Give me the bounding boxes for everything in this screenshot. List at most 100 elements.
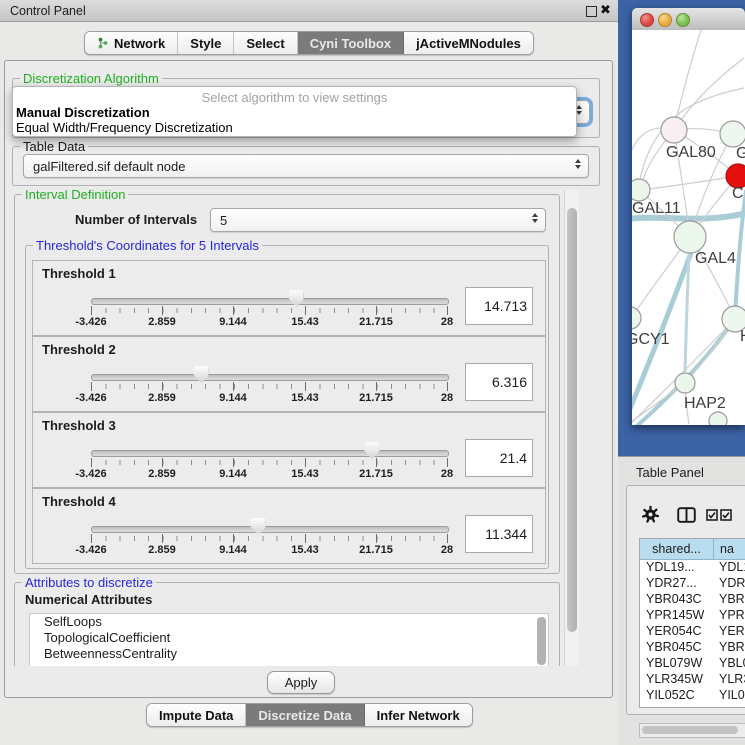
network-node[interactable] — [709, 412, 727, 425]
table-cell: YIL052C — [640, 688, 714, 704]
tab-discretize-data[interactable]: Discretize Data — [246, 704, 364, 726]
close-traffic-light-icon[interactable] — [640, 13, 654, 27]
network-node[interactable] — [674, 221, 706, 253]
table-cell: YBR043C — [640, 592, 714, 608]
table-row[interactable]: YER054CYER0 — [640, 624, 745, 640]
threshold-value-field[interactable]: 11.344 — [465, 515, 533, 553]
table-row[interactable]: YDR27...YDR2 — [640, 576, 745, 592]
tab-label: jActiveMNodules — [416, 36, 521, 51]
algorithm-option-equal-width[interactable]: Equal Width/Frequency Discretization — [16, 120, 233, 135]
network-window-titlebar[interactable] — [632, 8, 745, 31]
table-row[interactable]: YPR145WYPR1 — [640, 608, 745, 624]
apply-button[interactable]: Apply — [267, 671, 335, 694]
threshold-slider-track[interactable] — [91, 298, 449, 305]
attributes-group-label: Attributes to discretize — [22, 575, 156, 590]
slider-ticks — [91, 308, 448, 313]
gear-icon[interactable] — [641, 505, 660, 524]
network-node[interactable] — [632, 307, 641, 329]
list-item[interactable]: BetweennessCentrality — [30, 646, 548, 662]
tick-label: 21.715 — [359, 316, 393, 328]
tab-select[interactable]: Select — [234, 32, 297, 54]
table-cell: YBR045C — [640, 640, 714, 656]
interval-definition-group-label: Interval Definition — [22, 190, 128, 202]
network-node-label: GAL11 — [632, 200, 681, 217]
tick-label: -3.426 — [75, 468, 106, 480]
threshold-title: Threshold 2 — [42, 342, 116, 357]
table-row[interactable]: YLR345WYLR3 — [640, 672, 745, 688]
tab-infer-network[interactable]: Infer Network — [365, 704, 472, 726]
columns-icon[interactable] — [677, 507, 696, 523]
checkbox-icon[interactable] — [706, 509, 718, 521]
table-row[interactable]: YBR043CYBR0 — [640, 592, 745, 608]
list-item[interactable]: TopologicalCoefficient — [30, 630, 548, 646]
tab-label: Discretize Data — [258, 708, 351, 723]
zoom-traffic-light-icon[interactable] — [676, 13, 690, 27]
table-data-combobox-value: galFiltered.sif default node — [33, 159, 185, 174]
network-node[interactable] — [632, 179, 650, 201]
tick-label: 21.715 — [359, 544, 393, 556]
table-row[interactable]: YBR045CYBR0 — [640, 640, 745, 656]
threshold-value-field[interactable]: 21.4 — [465, 439, 533, 477]
numerical-attributes-list[interactable]: SelfLoops TopologicalCoefficient Between… — [29, 613, 549, 666]
tab-style[interactable]: Style — [178, 32, 234, 54]
slider-ticks — [91, 460, 448, 465]
tick-label: 28 — [441, 316, 453, 328]
tab-label: Impute Data — [159, 708, 233, 723]
cyni-bottom-tabs: Impute Data Discretize Data Infer Networ… — [146, 703, 473, 727]
algorithm-popup-hint: Select algorithm to view settings — [13, 90, 576, 105]
table-cell: YLR3 — [714, 672, 745, 688]
network-node-label: GAL80 — [666, 144, 716, 161]
column-header-shared-name[interactable]: shared... — [640, 539, 714, 559]
attributes-group: Attributes to discretize Numerical Attri… — [14, 582, 560, 666]
algorithm-option-manual[interactable]: Manual Discretization — [16, 105, 150, 120]
float-window-icon[interactable] — [586, 6, 597, 17]
network-canvas[interactable]: GAL80GCGAL11GAL4GCY1HHAP2 — [632, 30, 745, 425]
tab-network[interactable]: Network — [85, 32, 178, 54]
tab-impute-data[interactable]: Impute Data — [147, 704, 246, 726]
minimize-traffic-light-icon[interactable] — [658, 13, 672, 27]
scrollbar-thumb[interactable] — [642, 726, 738, 734]
table-header-row: shared... na — [640, 539, 745, 560]
threshold-slider-track[interactable] — [91, 526, 449, 533]
threshold-slider-track[interactable] — [91, 374, 449, 381]
tick-label: -3.426 — [75, 392, 106, 404]
tick-label: 9.144 — [219, 544, 247, 556]
threshold-value-field[interactable]: 6.316 — [465, 363, 533, 401]
number-of-intervals-combobox[interactable]: 5 — [210, 208, 546, 232]
column-header-name[interactable]: na — [714, 539, 745, 559]
threshold-slider-track[interactable] — [91, 450, 449, 457]
table-row[interactable]: YBL079WYBL0 — [640, 656, 745, 672]
threshold-4-box: Threshold 4 -3.426 2.859 9.144 15.43 21.… — [32, 488, 546, 564]
tick-label: 21.715 — [359, 392, 393, 404]
table-row[interactable]: YDL19...YDL1 — [640, 560, 745, 576]
table-cell: YDL1 — [714, 560, 745, 576]
scrollbar-thumb[interactable] — [567, 208, 577, 632]
network-window[interactable]: GAL80GCGAL11GAL4GCY1HHAP2 — [632, 8, 745, 425]
combo-stepper-icon — [575, 159, 581, 169]
table-data-combobox[interactable]: galFiltered.sif default node — [23, 154, 589, 178]
interval-definition-group: Interval Definition Number of Intervals … — [14, 194, 560, 574]
tick-label: 2.859 — [148, 468, 176, 480]
threshold-title: Threshold 3 — [42, 418, 116, 433]
settings-scrollbar[interactable] — [564, 190, 579, 666]
threshold-value: 14.713 — [484, 298, 527, 314]
tick-label: 2.859 — [148, 316, 176, 328]
tick-label: 9.144 — [219, 392, 247, 404]
table-cell: YBL079W — [640, 656, 714, 672]
table-horizontal-scrollbar[interactable] — [639, 723, 745, 738]
apply-button-label: Apply — [285, 675, 318, 690]
checkbox-icon[interactable] — [720, 509, 732, 521]
threshold-value-field[interactable]: 14.713 — [465, 287, 533, 325]
network-node[interactable] — [720, 121, 745, 147]
tab-label: Select — [246, 36, 284, 51]
network-node[interactable] — [675, 373, 695, 393]
tab-cyni-toolbox[interactable]: Cyni Toolbox — [298, 32, 404, 54]
close-icon[interactable]: ✖ — [600, 2, 611, 18]
table-row[interactable]: YIL052CYIL0 — [640, 688, 745, 704]
tab-jactivemnodules[interactable]: jActiveMNodules — [404, 32, 533, 54]
list-item[interactable]: SelfLoops — [30, 614, 548, 630]
node-table-rows: YDL19...YDL1YDR27...YDR2YBR043CYBR0YPR14… — [640, 560, 745, 704]
network-node[interactable] — [661, 117, 687, 143]
list-scrollbar[interactable] — [537, 617, 546, 665]
threshold-2-box: Threshold 2 -3.426 2.859 9.144 15.43 21.… — [32, 336, 546, 412]
